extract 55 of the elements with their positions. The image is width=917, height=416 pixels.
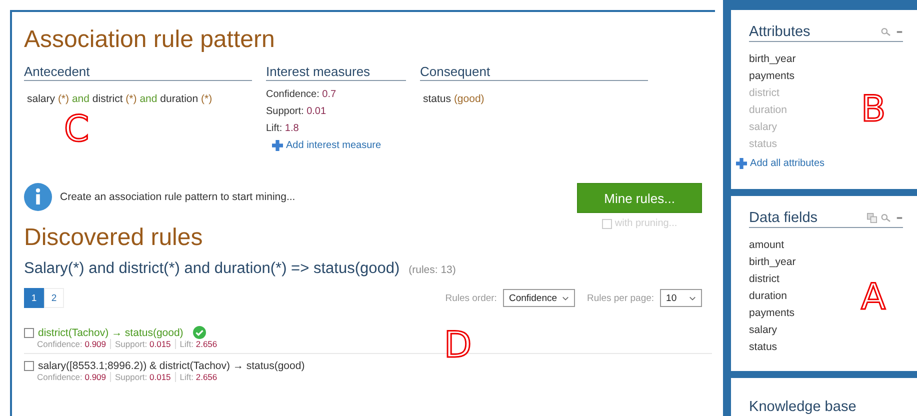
rule-measure: Support: 0.015 bbox=[110, 339, 175, 349]
rule-measure: Support: 0.015 bbox=[110, 372, 175, 382]
rule-pattern-title: Salary(*) and district(*) and duration(*) => status(good) bbox=[24, 260, 400, 278]
rule-measure: Lift: 2.656 bbox=[174, 339, 222, 349]
data-field-item[interactable]: amount bbox=[749, 237, 784, 254]
column-heading: Consequent bbox=[420, 64, 648, 81]
interest-measure[interactable]: Lift: 1.8 bbox=[266, 123, 299, 134]
column-heading: Antecedent bbox=[24, 64, 252, 81]
add-measure-link[interactable]: Add interest measure bbox=[272, 140, 382, 151]
data-field-item[interactable]: status bbox=[749, 339, 778, 356]
data-field-item[interactable]: payments bbox=[749, 305, 795, 322]
chevron-down-icon bbox=[562, 296, 569, 300]
plus-icon bbox=[272, 140, 283, 151]
rule-text[interactable]: salary([8553.1;8996.2)) & district(Tachov) → status(good) bbox=[38, 360, 305, 372]
plus-icon bbox=[736, 158, 748, 169]
mine-rules-button[interactable]: Mine rules... bbox=[577, 183, 702, 213]
rule-checkbox[interactable] bbox=[24, 328, 34, 338]
annotation-letter: C bbox=[64, 112, 90, 148]
rules-count: (rules: 13) bbox=[408, 264, 456, 276]
rule-text[interactable]: district(Tachov) → status(good) bbox=[38, 326, 184, 338]
page-button[interactable]: 2 bbox=[44, 288, 64, 308]
data-field-item[interactable]: salary bbox=[749, 322, 778, 340]
interest-measure[interactable]: Support: 0.01 bbox=[266, 106, 326, 117]
rule-measure: Lift: 2.656 bbox=[174, 372, 222, 382]
data-field-item[interactable]: birth_year bbox=[749, 254, 796, 272]
panel-title: Attributes bbox=[749, 24, 810, 40]
data-field-item[interactable]: district bbox=[749, 271, 780, 288]
annotation-letter: A bbox=[861, 280, 886, 316]
copy-icon[interactable] bbox=[866, 213, 878, 224]
per-page-dropdown[interactable]: 10 bbox=[660, 289, 702, 307]
section-title: Discovered rules bbox=[24, 224, 204, 252]
info-message: Create an association rule pattern to start mining... bbox=[60, 191, 296, 203]
attribute-item[interactable]: payments bbox=[749, 68, 795, 85]
attribute-item[interactable]: birth_year bbox=[749, 51, 796, 68]
interest-measure[interactable]: Confidence: 0.7 bbox=[266, 89, 336, 100]
consequent-text[interactable]: status (good) bbox=[423, 93, 484, 105]
annotation-letter: B bbox=[861, 92, 886, 128]
check-icon bbox=[193, 326, 206, 339]
order-label: Rules order: bbox=[445, 292, 497, 304]
antecedent-text[interactable]: salary (*) and district (*) and duration (*) bbox=[27, 93, 212, 105]
rule-measure: Confidence: 0.909 bbox=[37, 339, 108, 349]
section-title: Association rule pattern bbox=[24, 26, 276, 54]
info-icon bbox=[24, 183, 52, 211]
per-page-label: Rules per page: bbox=[586, 292, 654, 304]
panel-title: Data fields bbox=[749, 210, 818, 226]
data-field-item[interactable]: duration bbox=[749, 288, 787, 306]
add-all-link[interactable]: Add all attributes bbox=[736, 158, 825, 169]
order-dropdown[interactable]: Confidence bbox=[502, 289, 575, 307]
rule-measure: Confidence: 0.909 bbox=[37, 372, 108, 382]
chevron-down-icon bbox=[689, 296, 696, 300]
column-heading: Interest measures bbox=[266, 64, 406, 81]
panel-title: Knowledge base bbox=[749, 399, 856, 415]
annotation-letter: D bbox=[444, 328, 472, 364]
page-button[interactable]: 1 bbox=[24, 288, 44, 308]
rule-checkbox[interactable] bbox=[24, 361, 34, 371]
